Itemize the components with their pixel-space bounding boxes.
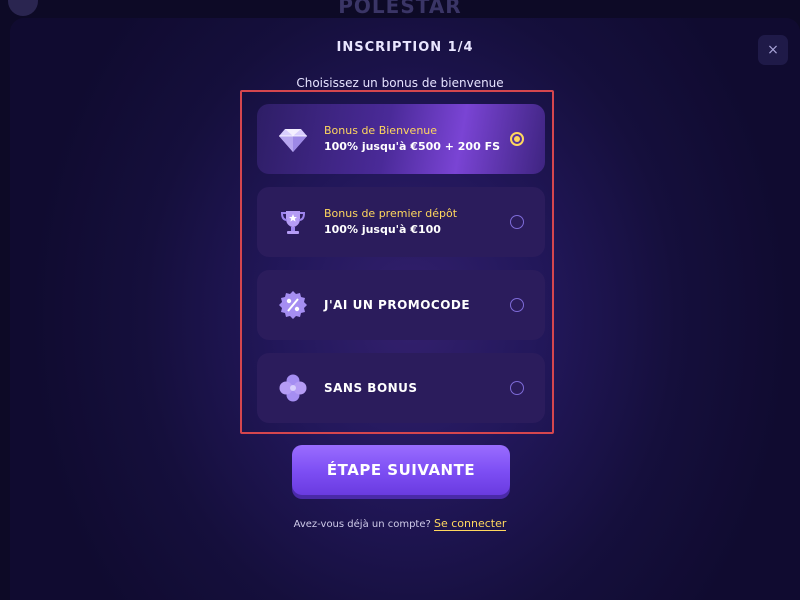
option-title: SANS BONUS [324, 381, 418, 395]
bonus-option-promocode[interactable]: J'AI UN PROMOCODE [257, 270, 545, 340]
option-subtitle: 100% jusqu'à €100 [324, 223, 441, 236]
option-title: J'AI UN PROMOCODE [324, 298, 471, 312]
diamond-icon [279, 129, 307, 152]
option-title: Bonus de premier dépôt [324, 207, 458, 220]
login-link[interactable]: Se connecter [434, 517, 507, 531]
option-text: J'AI UN PROMOCODE [324, 270, 470, 340]
option-text: SANS BONUS [324, 353, 418, 423]
login-prompt-line: Avez-vous déjà un compte? Se connecter [0, 517, 800, 531]
radio-unselected[interactable] [510, 381, 524, 395]
option-title: Bonus de Bienvenue [324, 124, 438, 137]
next-step-button[interactable]: ÉTAPE SUIVANTE [292, 445, 510, 495]
trophy-icon [280, 211, 306, 234]
percent-badge-icon [279, 291, 307, 319]
close-icon: × [767, 42, 779, 58]
bonus-option-welcome[interactable]: Bonus de Bienvenue 100% jusqu'à €500 + 2… [257, 104, 545, 174]
option-text: Bonus de premier dépôt 100% jusqu'à €100 [324, 187, 457, 257]
radio-unselected[interactable] [510, 215, 524, 229]
option-text: Bonus de Bienvenue 100% jusqu'à €500 + 2… [324, 104, 500, 174]
bonus-option-no-bonus[interactable]: SANS BONUS [257, 353, 545, 423]
clover-icon [279, 374, 307, 402]
bonus-option-first-deposit[interactable]: Bonus de premier dépôt 100% jusqu'à €100 [257, 187, 545, 257]
modal-title: INSCRIPTION 1/4 [336, 40, 474, 55]
option-subtitle: 100% jusqu'à €500 + 200 FS [324, 140, 501, 153]
bonus-section-label: Choisissez un bonus de bienvenue [296, 76, 504, 90]
radio-selected[interactable] [510, 132, 524, 146]
close-button[interactable]: × [758, 35, 788, 65]
login-prompt: Avez-vous déjà un compte? [293, 519, 431, 530]
radio-unselected[interactable] [510, 298, 524, 312]
background-logo: POLESTAR [338, 0, 462, 18]
